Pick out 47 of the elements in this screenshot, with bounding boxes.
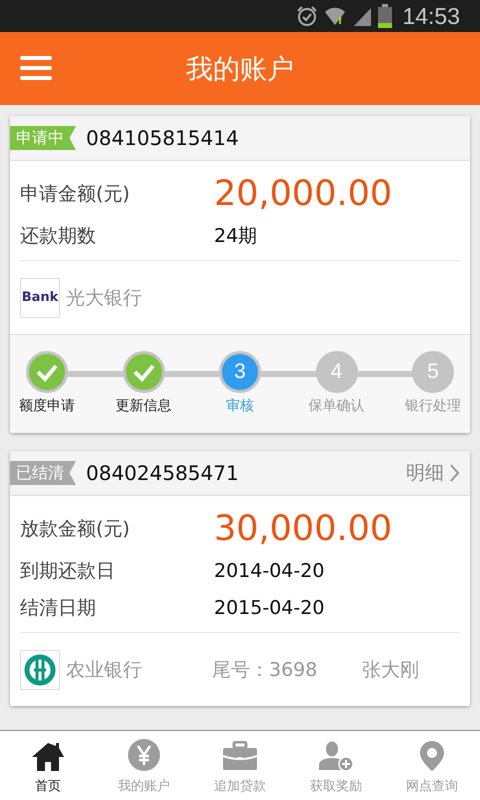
map-pin-icon	[420, 741, 444, 771]
battery-icon	[378, 4, 392, 28]
amount-value: 30,000.00	[214, 509, 392, 549]
bank-name: 农业银行	[66, 658, 143, 682]
step-label: 审核	[226, 397, 254, 415]
step-number: 4	[316, 351, 358, 393]
field-value: 2014-04-20	[214, 560, 324, 582]
holder-name: 张大刚	[362, 658, 419, 682]
page-title: 我的账户	[186, 52, 294, 86]
field-value: 2015-04-20	[214, 596, 324, 618]
bank-logo	[23, 652, 57, 686]
loan-number: 084024585471	[86, 461, 240, 485]
status-tag: 已结清	[10, 461, 76, 485]
user-add-icon	[318, 741, 354, 771]
step-number: 5	[412, 351, 454, 393]
alarm-icon	[296, 5, 318, 27]
field-label: 到期还款日	[20, 558, 116, 584]
account-number: 尾号：3698	[212, 658, 318, 682]
step-label: 银行处理	[405, 397, 461, 415]
step-number: 3	[219, 351, 261, 393]
bank-logo: Bank	[20, 278, 60, 318]
status-tag: 申请中	[10, 126, 76, 150]
field-label: 放款金额(元)	[20, 517, 131, 542]
wifi-icon	[324, 5, 346, 27]
loan-number: 084105815414	[86, 126, 240, 150]
step-label: 保单确认	[308, 397, 364, 415]
briefcase-icon	[222, 741, 258, 771]
field-value: 24期	[214, 224, 258, 248]
amount-value: 20,000.00	[214, 174, 392, 214]
field-label: 还款期数	[20, 224, 97, 248]
chevron-right-icon[interactable]	[450, 464, 460, 482]
nav-tab[interactable]: 追加贷款	[192, 731, 288, 800]
yen-coin-icon	[128, 739, 160, 771]
nav-tab[interactable]: 我的账户	[96, 731, 192, 800]
house-icon	[31, 741, 65, 771]
clock-time: 14:53	[402, 2, 460, 30]
nav-tab[interactable]: 网点查询	[384, 731, 480, 800]
detail-link[interactable]: 明细	[406, 460, 444, 486]
menu-icon[interactable]	[20, 56, 52, 80]
nav-tab[interactable]: 获取奖励	[288, 731, 384, 800]
nav-tab[interactable]: 首页	[0, 731, 96, 800]
signal-icon	[352, 6, 372, 26]
step-label: 额度申请	[19, 397, 75, 415]
step-label: 更新信息	[116, 397, 172, 415]
field-label: 申请金额(元)	[20, 182, 131, 207]
field-label: 结清日期	[20, 596, 97, 620]
bank-name: 光大银行	[66, 286, 143, 310]
